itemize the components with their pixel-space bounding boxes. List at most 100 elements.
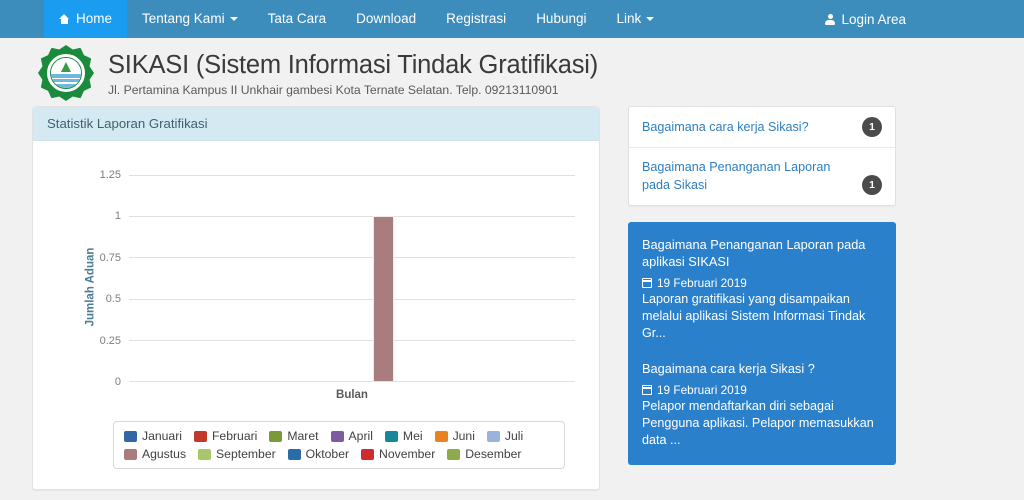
y-axis-tick: 1.25 — [99, 169, 121, 181]
y-axis-label: Jumlah Aduan — [84, 247, 97, 327]
bar-chart: Jumlah Aduan 0 0.25 0.5 0.75 1 1.25 Bulan — [57, 167, 583, 407]
faq-list: Bagaimana cara kerja Sikasi? 1 Bagaimana P… — [628, 106, 896, 206]
legend-label: April — [348, 429, 373, 443]
chevron-down-icon — [646, 17, 655, 21]
legend-item-september[interactable]: September — [198, 447, 276, 461]
news-item[interactable]: Bagaimana Penanganan Laporan pada aplika… — [641, 236, 882, 343]
news-title[interactable]: Bagaimana cara kerja Sikasi ? — [642, 360, 882, 377]
chart-gridline: 1 — [115, 210, 575, 222]
legend-swatch — [287, 448, 301, 460]
header-text: SIKASI (Sistem Informasi Tindak Gratifik… — [108, 49, 598, 98]
top-navbar: Home Tentang Kami Tata Cara Download Registr… — [0, 0, 1024, 38]
chart-plot-area: 0 0.25 0.5 0.75 1 1.25 — [100, 169, 575, 388]
legend-item-desember[interactable]: Desember — [447, 447, 521, 461]
statistics-panel: Statistik Laporan Gratifikasi Jumlah Adu… — [32, 106, 600, 490]
chart-gridline: 0.5 — [106, 293, 575, 305]
home-icon — [59, 14, 70, 24]
faq-count-badge: 1 — [862, 174, 882, 195]
nav-item-label: Tata Cara — [267, 11, 327, 27]
x-axis-label: Bulan — [336, 389, 368, 401]
nav-item-label: Hubungi — [536, 11, 587, 27]
legend-label: Mei — [402, 429, 423, 443]
chart-legend: Januari Februari Maret April Mei Juni Juli Agus… — [113, 421, 565, 469]
news-excerpt: Laporan gratifikasi yang disampaikan mel… — [642, 292, 866, 341]
news-item[interactable]: Bagaimana cara kerja Sikasi ? 19 Februari… — [641, 360, 882, 449]
legend-item-april[interactable]: April — [330, 429, 373, 443]
user-icon — [825, 13, 836, 25]
legend-swatch — [361, 448, 375, 460]
legend-item-oktober[interactable]: Oktober — [287, 447, 350, 461]
nav-item-download[interactable]: Download — [341, 0, 431, 38]
legend-item-juni[interactable]: Juni — [434, 429, 475, 443]
page-title: SIKASI (Sistem Informasi Tindak Gratifik… — [108, 50, 599, 79]
legend-label: Agustus — [142, 447, 187, 461]
chart-gridline: 0.75 — [100, 252, 575, 264]
nav-item-home[interactable]: Home — [44, 0, 128, 38]
faq-link[interactable]: Bagaimana cara kerja Sikasi? — [642, 118, 809, 136]
news-date-text: 19 Februari 2019 — [657, 383, 747, 398]
faq-row[interactable]: Bagaimana Penanganan Laporan pada Sikasi… — [629, 148, 895, 205]
right-column: Bagaimana cara kerja Sikasi? 1 Bagaimana P… — [628, 106, 896, 466]
login-area-button[interactable]: Login Area — [825, 12, 906, 27]
legend-item-januari[interactable]: Januari — [124, 429, 182, 443]
legend-swatch — [447, 448, 461, 460]
nav-item-hubungi[interactable]: Hubungi — [521, 0, 601, 38]
news-title[interactable]: Bagaimana Penanganan Laporan pada aplika… — [642, 236, 882, 271]
legend-label: September — [216, 447, 276, 461]
calendar-icon — [641, 278, 653, 289]
legend-swatch — [124, 430, 137, 442]
legend-item-maret[interactable]: Maret — [269, 429, 319, 443]
faq-link[interactable]: Bagaimana Penanganan Laporan pada Sikasi — [642, 158, 854, 195]
legend-item-juli[interactable]: Juli — [486, 429, 524, 443]
faq-count-badge: 1 — [862, 117, 882, 137]
legend-label: Desember — [465, 447, 522, 461]
legend-swatch — [198, 448, 212, 460]
faq-row[interactable]: Bagaimana cara kerja Sikasi? 1 — [629, 107, 895, 148]
chevron-down-icon — [229, 17, 238, 21]
statistics-panel-heading: Statistik Laporan Gratifikasi — [33, 107, 599, 141]
nav-item-label: Download — [356, 11, 417, 27]
news-panel: Bagaimana Penanganan Laporan pada aplika… — [628, 221, 896, 466]
news-date: 19 Februari 2019 — [641, 383, 882, 398]
nav-item-registrasi[interactable]: Registrasi — [431, 0, 521, 38]
login-area-label: Login Area — [841, 11, 906, 27]
chart-gridline: 1.25 — [100, 169, 575, 181]
legend-label: Juni — [452, 429, 475, 443]
legend-swatch — [269, 430, 283, 442]
nav-items: Home Tentang Kami Tata Cara Download Registr… — [44, 0, 669, 38]
nav-item-label: Tentang Kami — [142, 11, 225, 27]
legend-item-februari[interactable]: Februari — [193, 429, 258, 443]
legend-label: Maret — [287, 429, 319, 443]
legend-item-agustus[interactable]: Agustus — [124, 447, 186, 461]
y-axis-tick: 0 — [114, 376, 121, 388]
legend-swatch — [384, 430, 398, 442]
left-column: Statistik Laporan Gratifikasi Jumlah Adu… — [32, 106, 600, 490]
legend-label: Februari — [211, 429, 258, 443]
nav-item-link[interactable]: Link — [601, 0, 669, 38]
y-axis-tick: 0.75 — [99, 251, 121, 264]
nav-item-tata-cara[interactable]: Tata Cara — [253, 0, 342, 38]
y-axis-tick: 0.25 — [99, 334, 121, 347]
nav-right-area: Login Area — [825, 0, 906, 38]
news-excerpt: Pelapor mendaftarkan diri sebagai Penggu… — [642, 399, 874, 448]
legend-swatch — [193, 430, 207, 442]
nav-item-label: Registrasi — [446, 11, 507, 27]
legend-label: Januari — [142, 429, 182, 443]
legend-item-mei[interactable]: Mei — [384, 429, 423, 443]
y-axis-tick: 0.5 — [105, 293, 121, 306]
page-subtitle: Jl. Pertamina Kampus II Unkhair gambesi … — [108, 82, 559, 97]
legend-label: Oktober — [305, 447, 350, 461]
site-header: SIKASI (Sistem Informasi Tindak Gratifik… — [0, 38, 1024, 106]
calendar-icon — [641, 385, 653, 396]
legend-swatch — [486, 430, 500, 442]
news-date: 19 Februari 2019 — [641, 276, 882, 290]
legend-label: November — [379, 447, 436, 461]
legend-label: Juli — [504, 429, 524, 443]
nav-item-tentang-kami[interactable]: Tentang Kami — [127, 0, 253, 38]
legend-swatch — [330, 430, 344, 442]
legend-swatch — [124, 448, 137, 460]
legend-item-november[interactable]: November — [361, 447, 435, 461]
chart-gridline: 0.25 — [100, 335, 575, 347]
main-content: Statistik Laporan Gratifikasi Jumlah Adu… — [0, 106, 1024, 490]
y-axis-tick: 1 — [114, 210, 121, 223]
